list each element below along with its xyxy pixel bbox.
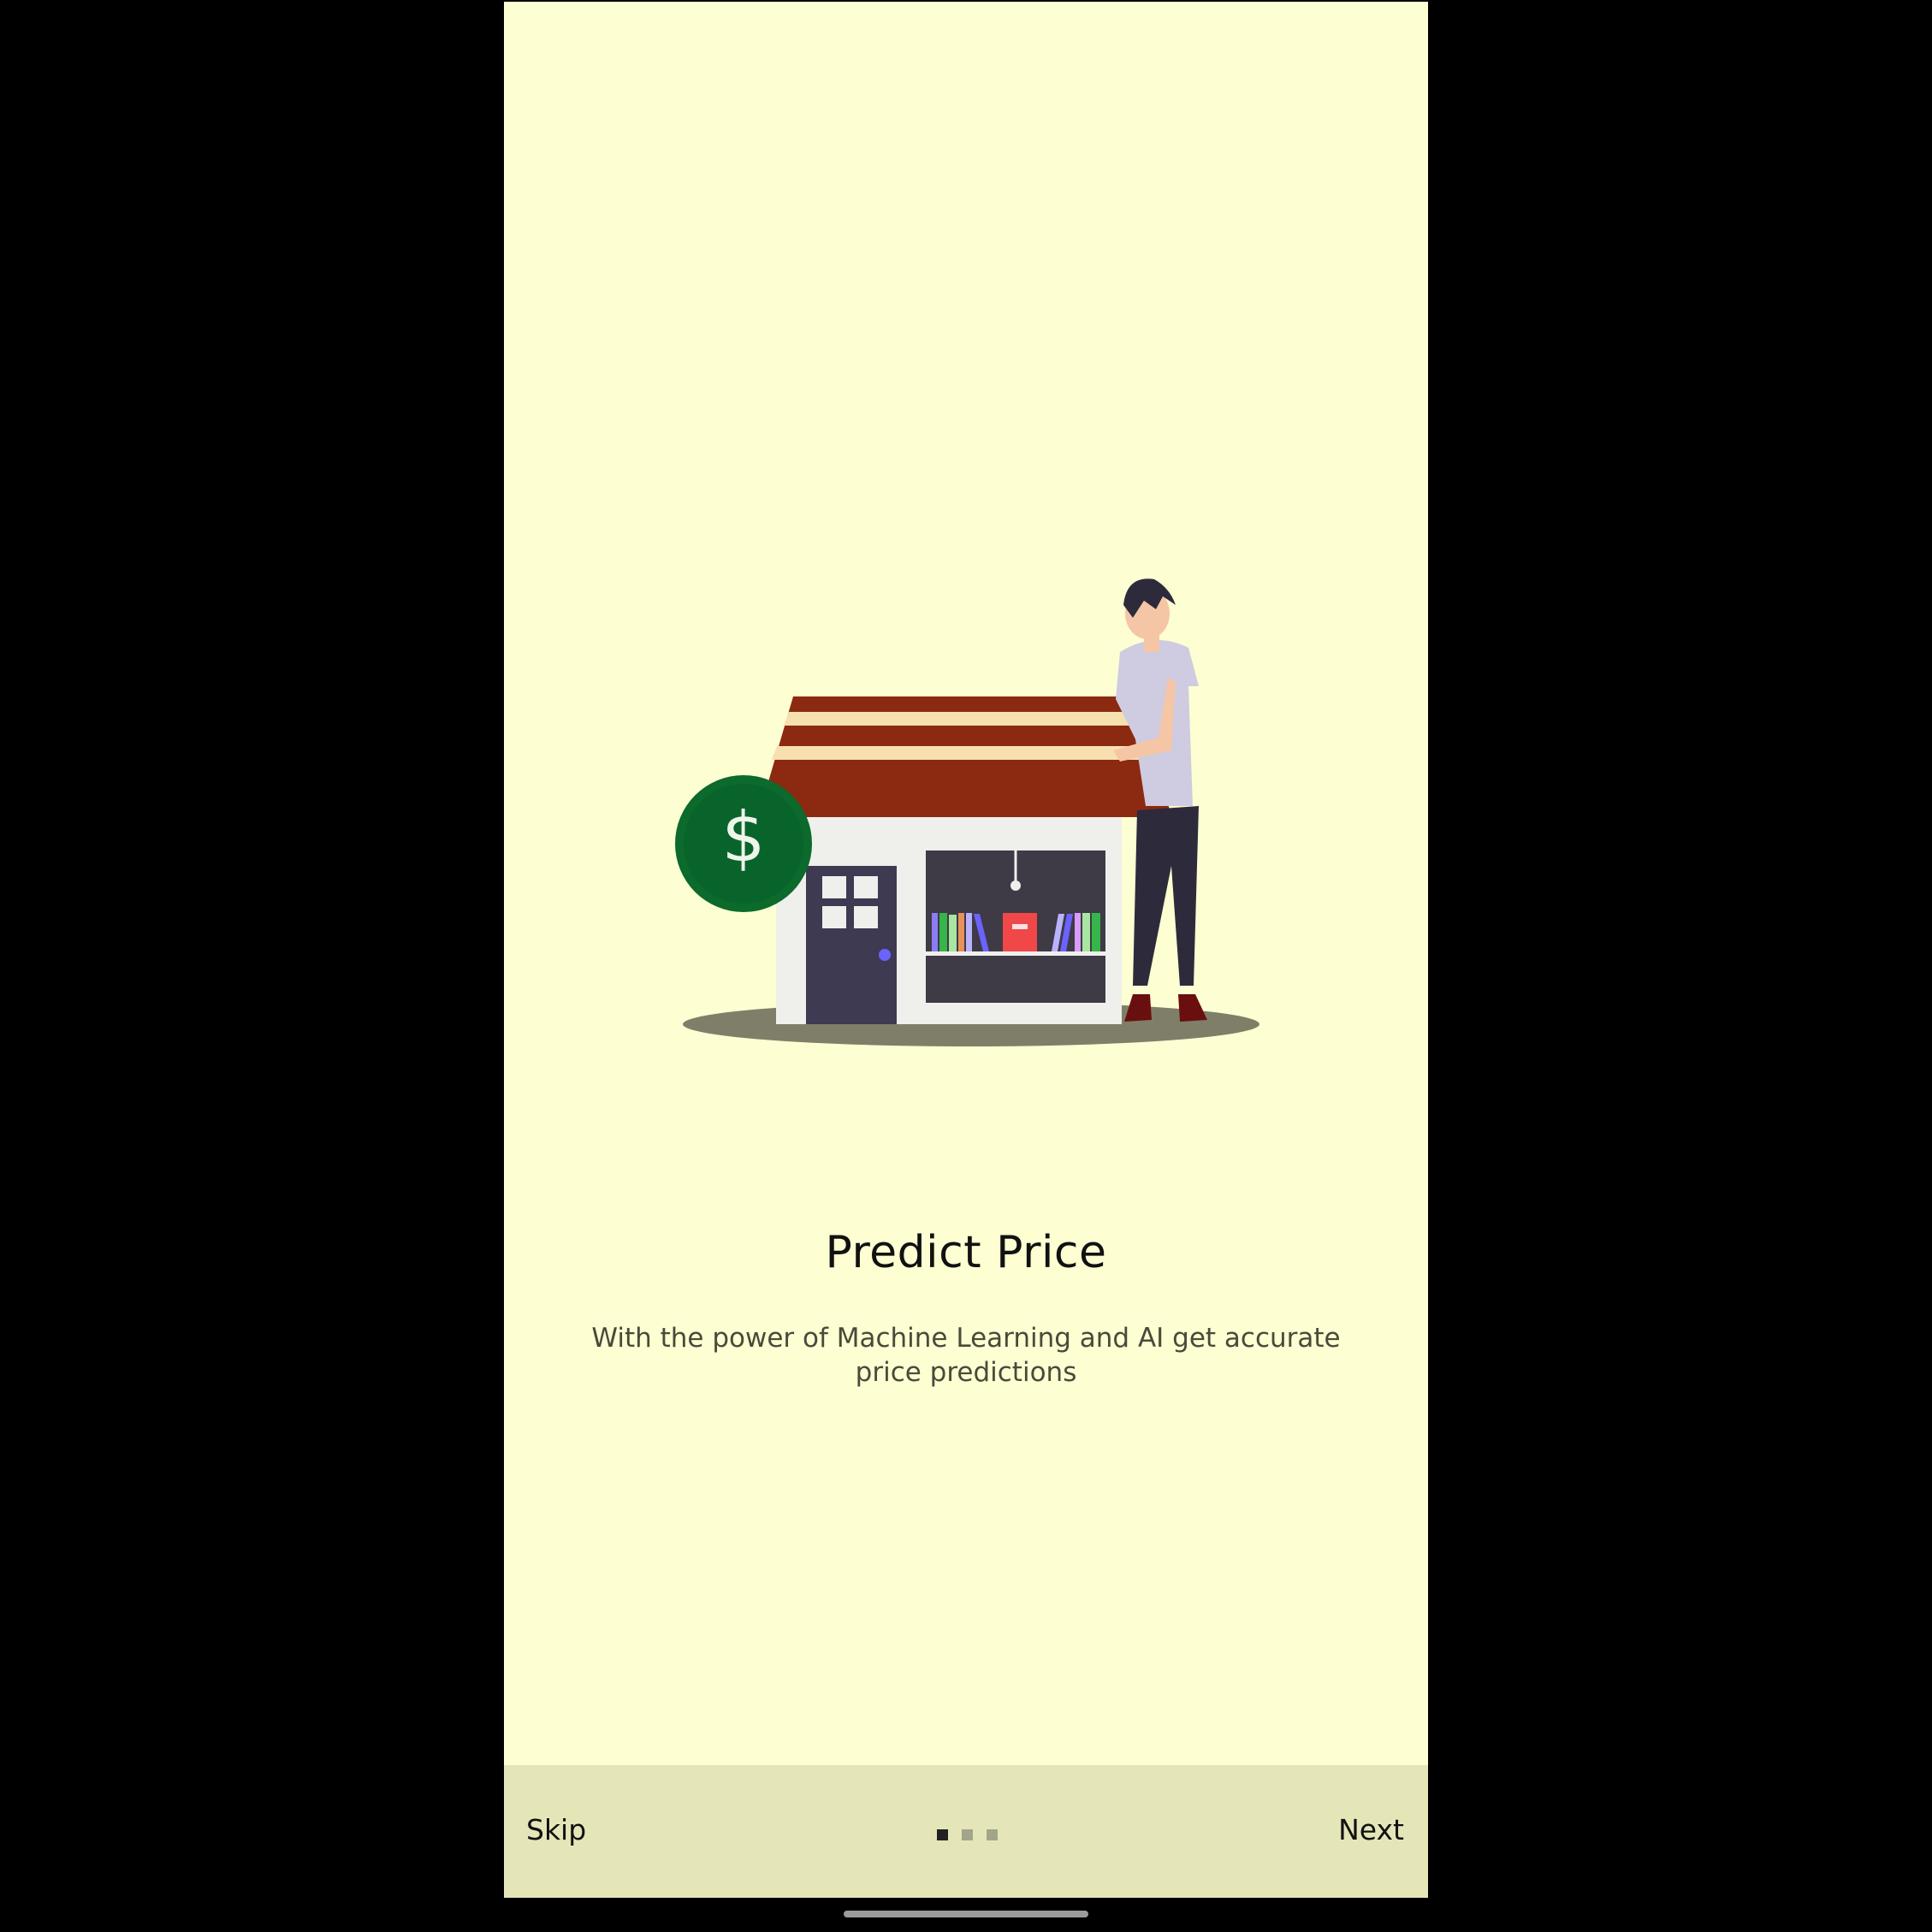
page-indicator-dot[interactable] xyxy=(987,1829,998,1840)
house-price-illustration xyxy=(675,578,1259,1046)
page-indicator-dot[interactable] xyxy=(962,1829,973,1840)
onboarding-screen: $ Predict Price With the power of Machin… xyxy=(504,2,1428,1898)
skip-button[interactable]: Skip xyxy=(526,1813,586,1846)
home-indicator[interactable] xyxy=(844,1911,1088,1917)
page-indicator-dot[interactable] xyxy=(937,1829,948,1840)
onboarding-bottom-bar: Skip Next xyxy=(504,1765,1428,1898)
page-description: With the power of Machine Learning and A… xyxy=(591,1323,1341,1388)
next-button[interactable]: Next xyxy=(1338,1813,1404,1846)
page-title: Predict Price xyxy=(825,1227,1107,1278)
coin-symbol: $ xyxy=(721,797,766,877)
house-door xyxy=(806,866,897,1024)
